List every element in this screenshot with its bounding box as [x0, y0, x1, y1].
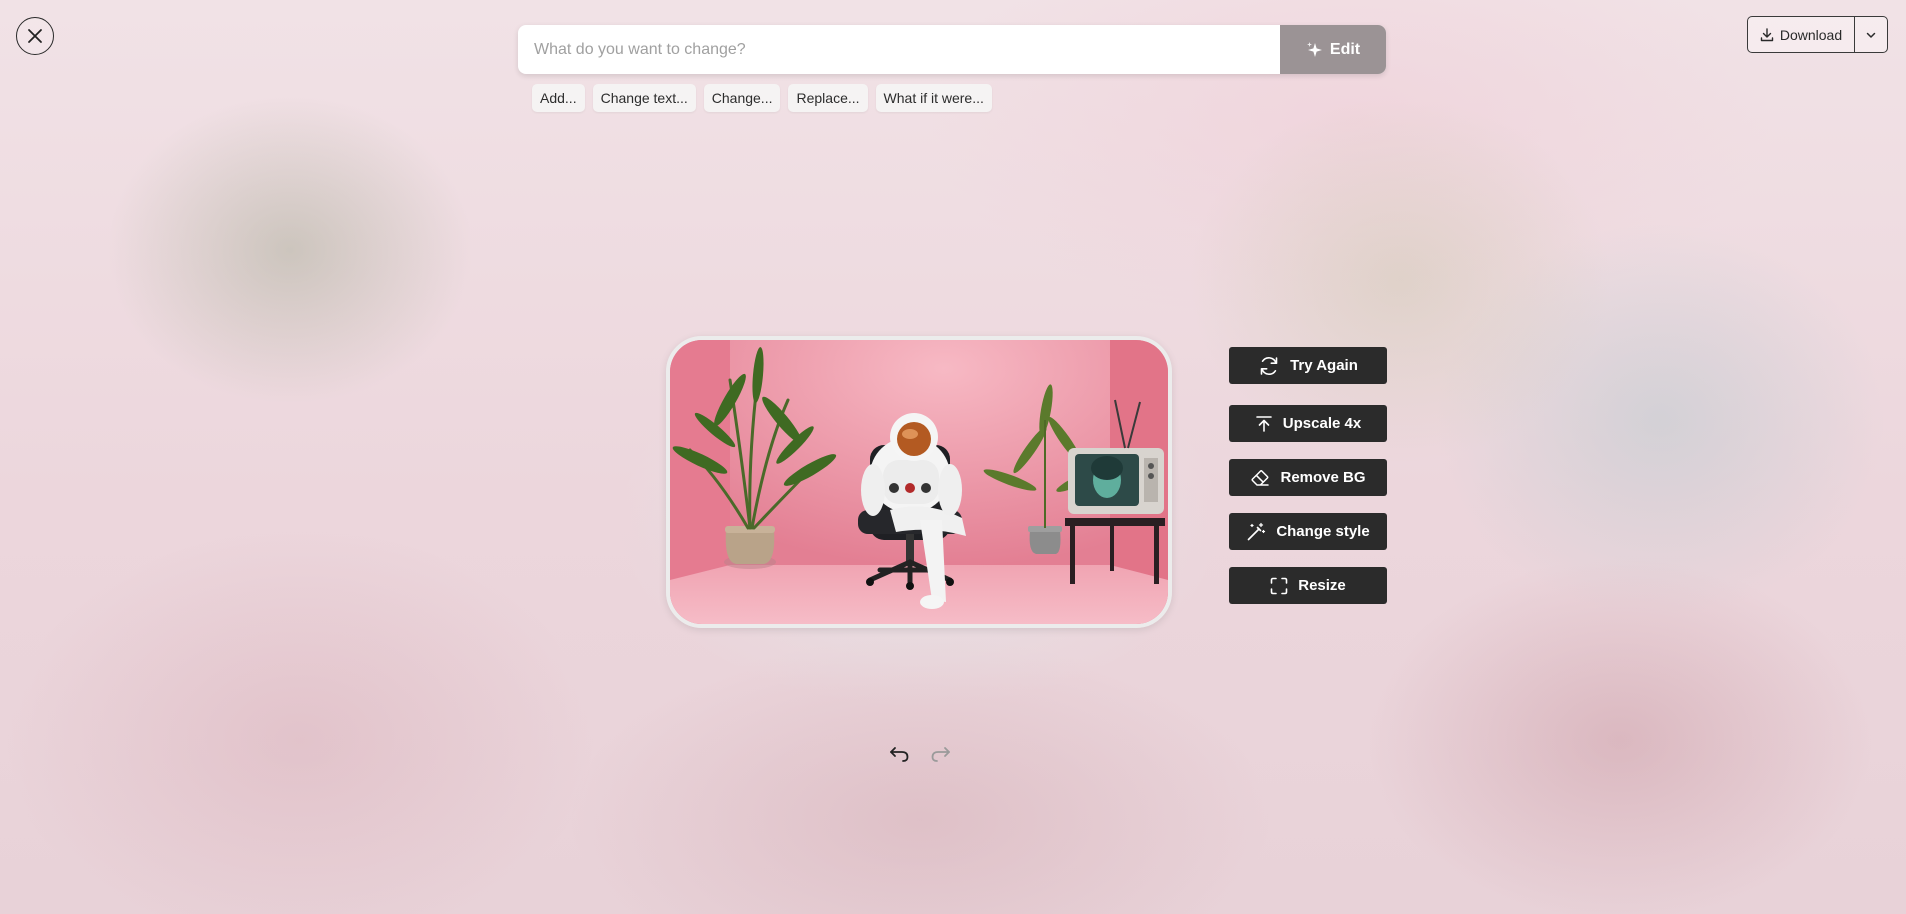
download-button[interactable]: Download [1748, 17, 1854, 52]
redo-icon [931, 747, 950, 762]
refresh-icon [1260, 356, 1278, 375]
edit-button[interactable]: Edit [1280, 25, 1386, 74]
upscale-label: Upscale 4x [1282, 415, 1362, 432]
close-icon [28, 29, 42, 43]
download-options-button[interactable] [1854, 17, 1887, 52]
edit-button-label: Edit [1329, 40, 1361, 58]
magic-wand-icon [1247, 522, 1266, 540]
change-style-label: Change style [1276, 523, 1370, 540]
generated-image[interactable] [666, 336, 1172, 628]
astronaut-image [670, 340, 1168, 624]
download-group: Download [1747, 16, 1888, 53]
suggestion-chip-add[interactable]: Add... [532, 84, 585, 112]
upscale-button[interactable]: Upscale 4x [1229, 405, 1387, 442]
suggestion-chips: Add... Change text... Change... Replace.… [532, 84, 992, 112]
resize-button[interactable]: Resize [1229, 567, 1387, 604]
eraser-icon [1251, 469, 1270, 486]
prompt-input[interactable] [518, 25, 1280, 74]
suggestion-chip-replace[interactable]: Replace... [788, 84, 868, 112]
remove-bg-button[interactable]: Remove BG [1229, 459, 1387, 496]
change-style-button[interactable]: Change style [1229, 513, 1387, 550]
download-label: Download [1779, 26, 1843, 43]
resize-icon [1270, 577, 1288, 594]
redo-button[interactable] [928, 742, 954, 766]
try-again-label: Try Again [1290, 357, 1358, 374]
resize-label: Resize [1298, 577, 1346, 594]
sparkle-icon [1306, 41, 1322, 57]
suggestion-chip-change-text[interactable]: Change text... [592, 84, 696, 112]
remove-bg-label: Remove BG [1280, 469, 1366, 486]
suggestion-chip-change[interactable]: Change... [703, 84, 781, 112]
download-icon [1760, 27, 1774, 41]
upscale-icon [1255, 415, 1272, 432]
undo-icon [890, 747, 909, 762]
chevron-down-icon [1866, 32, 1876, 38]
prompt-bar: Edit [518, 25, 1386, 74]
try-again-button[interactable]: Try Again [1229, 347, 1387, 384]
suggestion-chip-what-if[interactable]: What if it were... [875, 84, 992, 112]
close-button[interactable] [16, 17, 54, 55]
undo-button[interactable] [886, 742, 912, 766]
